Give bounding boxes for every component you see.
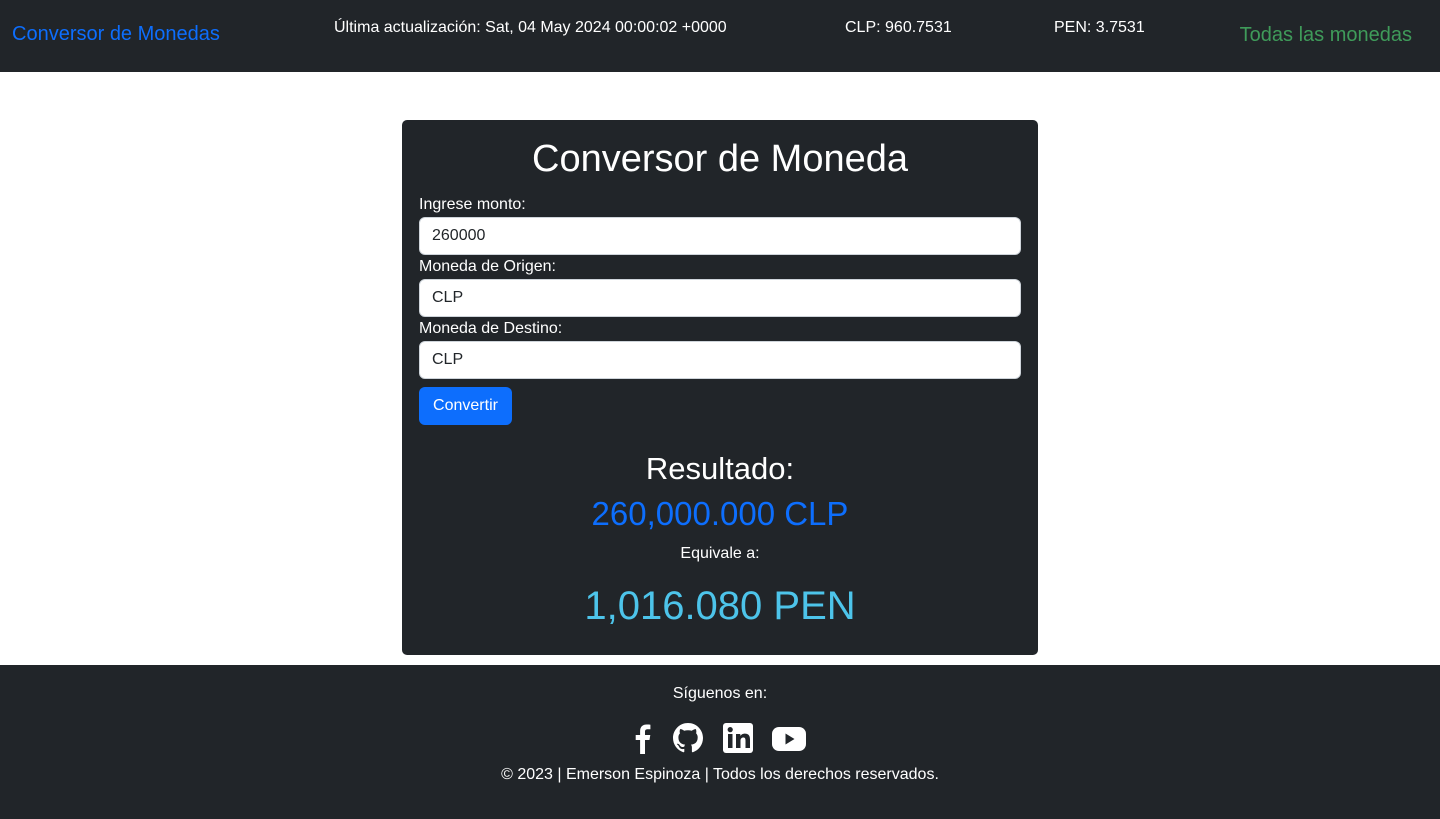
target-currency-select[interactable]: CLP xyxy=(419,341,1021,379)
convert-button[interactable]: Convertir xyxy=(419,387,512,425)
brand-link[interactable]: Conversor de Monedas xyxy=(12,23,220,46)
target-currency-label: Moneda de Destino: xyxy=(419,320,563,337)
youtube-icon[interactable] xyxy=(771,721,807,755)
converter-card: Conversor de Moneda Ingrese monto: Moned… xyxy=(402,120,1038,655)
source-amount: 260,000.000 CLP xyxy=(591,495,849,532)
converter-title: Conversor de Moneda xyxy=(532,138,908,180)
amount-input[interactable] xyxy=(419,217,1021,255)
result-heading: Resultado: xyxy=(645,451,795,486)
follow-label: Síguenos en: xyxy=(672,685,768,702)
target-amount: 1,016.080 PEN xyxy=(584,584,856,628)
origin-currency-label: Moneda de Origen: xyxy=(419,258,556,275)
github-icon[interactable] xyxy=(670,721,706,755)
last-updated-text: Última actualización: Sat, 04 May 2024 0… xyxy=(334,19,727,36)
origin-currency-select[interactable]: CLP xyxy=(419,279,1021,317)
linkedin-icon[interactable] xyxy=(720,721,756,755)
navbar: Conversor de Monedas Última actualizació… xyxy=(0,0,1440,72)
copyright-text: © 2023 | Emerson Espinoza | Todos los de… xyxy=(501,766,939,783)
clp-rate-text: CLP: 960.7531 xyxy=(845,19,952,36)
all-currencies-link[interactable]: Todas las monedas xyxy=(1240,24,1412,47)
equivalent-label: Equivale a: xyxy=(680,545,760,562)
pen-rate-text: PEN: 3.7531 xyxy=(1054,19,1145,36)
facebook-icon[interactable] xyxy=(624,721,660,755)
footer: Síguenos en: © 2023 | Emerson Espinoza |… xyxy=(0,665,1440,819)
amount-label: Ingrese monto: xyxy=(419,196,526,213)
